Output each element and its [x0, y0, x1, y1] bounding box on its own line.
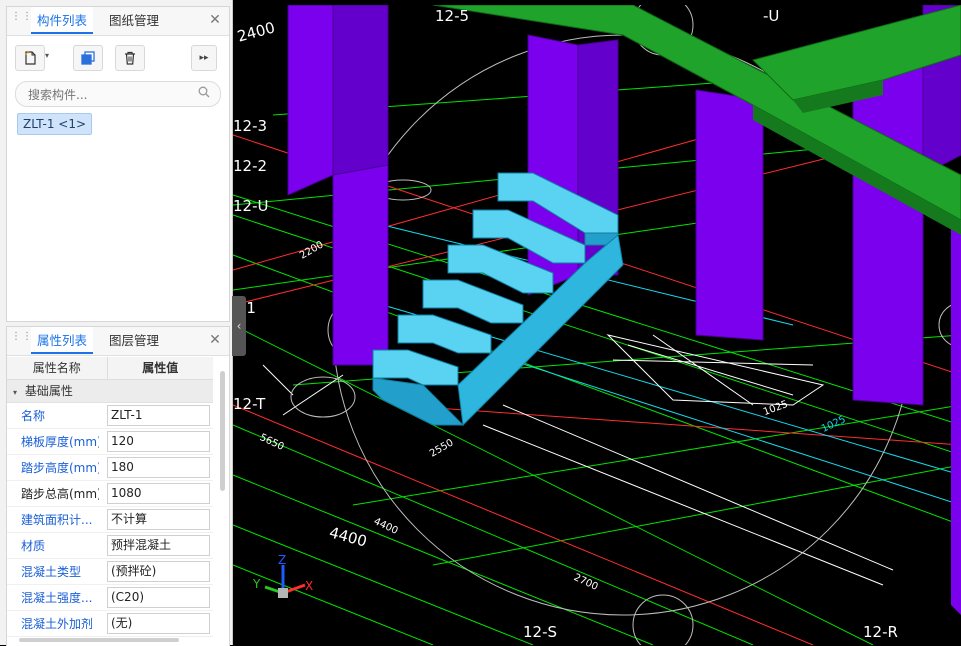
close-icon[interactable]: ✕ [207, 331, 223, 349]
property-name: 材质 [21, 539, 46, 553]
horizontal-scrollbar[interactable] [19, 638, 179, 642]
property-list-panel: ⋮⋮ 属性列表 图层管理 ✕ 属性名称 属性值 ▾ 基础属性 名称 ZLT-1 梯… [6, 326, 230, 646]
property-value-field[interactable]: 预拌混凝土 [107, 535, 210, 556]
collapse-sidebar-button[interactable]: ‹ [232, 296, 246, 356]
property-name: 建筑面积计... [21, 513, 93, 527]
property-row: 混凝土外加剂 (无) [7, 611, 213, 637]
component-panel-tabbar: ⋮⋮ 构件列表 图纸管理 ✕ [7, 7, 229, 36]
chevron-left-icon: ‹ [236, 319, 242, 333]
property-name: 梯板厚度(mm) [21, 435, 99, 449]
new-file-icon [24, 51, 36, 65]
section-label: 基础属性 [24, 384, 73, 398]
delete-component-button[interactable] [115, 45, 145, 71]
viewport-canvas[interactable] [233, 5, 961, 645]
close-icon[interactable]: ✕ [207, 11, 223, 29]
property-value-field[interactable]: (预拌砼) [107, 561, 210, 582]
drag-grip-icon[interactable]: ⋮⋮ [11, 332, 32, 347]
property-name: 混凝土强度... [21, 591, 93, 605]
copy-component-button[interactable] [73, 45, 103, 71]
property-row: 材质 预拌混凝土 [7, 533, 213, 559]
property-grid-header: 属性名称 属性值 [7, 357, 213, 380]
component-search[interactable] [15, 81, 221, 107]
tab-property-list[interactable]: 属性列表 [31, 327, 94, 354]
trash-icon [125, 51, 135, 65]
property-row: 混凝土类型 (预拌砼) [7, 559, 213, 585]
column-header-value: 属性值 [142, 361, 179, 375]
tab-layer-management[interactable]: 图层管理 [103, 327, 165, 354]
property-name: 名称 [21, 409, 46, 423]
property-row: 踏步总高(mm) 1080 [7, 481, 213, 507]
3d-viewport[interactable]: 12-5 -U 12-3 12-2 12-U -1 12-T 12-S 12-R… [233, 5, 961, 645]
property-row: 混凝土强度... (C20) [7, 585, 213, 611]
component-item-zlt-1[interactable]: ZLT-1 <1> [17, 113, 93, 135]
component-toolbar: ▾ ▸▸ [15, 45, 221, 71]
property-value-field[interactable]: (C20) [107, 587, 210, 608]
search-input[interactable] [26, 85, 190, 105]
column-header-name: 属性名称 [7, 357, 108, 379]
more-button[interactable]: ▸▸ [191, 45, 217, 71]
property-grid: 属性名称 属性值 ▾ 基础属性 名称 ZLT-1 梯板厚度(mm) 120 踏步高度… [7, 357, 213, 637]
section-basic-properties[interactable]: ▾ 基础属性 [7, 380, 213, 403]
tab-drawing-management[interactable]: 图纸管理 [103, 7, 165, 34]
property-name: 混凝土外加剂 [21, 617, 94, 631]
vertical-scrollbar[interactable] [220, 371, 225, 491]
search-icon[interactable] [198, 86, 210, 101]
property-name: 混凝土类型 [21, 565, 82, 579]
new-component-button[interactable] [15, 45, 45, 71]
property-row: 名称 ZLT-1 [7, 403, 213, 429]
collapse-icon[interactable]: ▾ [13, 388, 17, 397]
double-chevron-right-icon: ▸▸ [199, 53, 209, 63]
dropdown-arrow-icon[interactable]: ▾ [45, 51, 49, 60]
copy-icon [81, 51, 95, 65]
property-row: 踏步高度(mm) 180 [7, 455, 213, 481]
property-name: 踏步总高(mm) [21, 487, 99, 501]
property-value-field[interactable]: 不计算 [107, 509, 210, 530]
property-value-field[interactable]: 1080 [107, 483, 210, 504]
property-name: 踏步高度(mm) [21, 461, 99, 475]
property-value-field[interactable]: ZLT-1 [107, 405, 210, 426]
property-panel-tabbar: ⋮⋮ 属性列表 图层管理 ✕ [7, 327, 229, 356]
component-list-panel: ⋮⋮ 构件列表 图纸管理 ✕ ▾ ▸▸ ZLT-1 [6, 6, 230, 322]
tab-component-list[interactable]: 构件列表 [31, 7, 94, 34]
property-value-field[interactable]: 120 [107, 431, 210, 452]
drag-grip-icon[interactable]: ⋮⋮ [11, 12, 32, 27]
property-value-field[interactable]: (无) [107, 613, 210, 634]
property-value-field[interactable]: 180 [107, 457, 210, 478]
property-row: 梯板厚度(mm) 120 [7, 429, 213, 455]
left-sidebar: ⋮⋮ 构件列表 图纸管理 ✕ ▾ ▸▸ ZLT-1 [0, 0, 233, 646]
property-row: 建筑面积计... 不计算 [7, 507, 213, 533]
